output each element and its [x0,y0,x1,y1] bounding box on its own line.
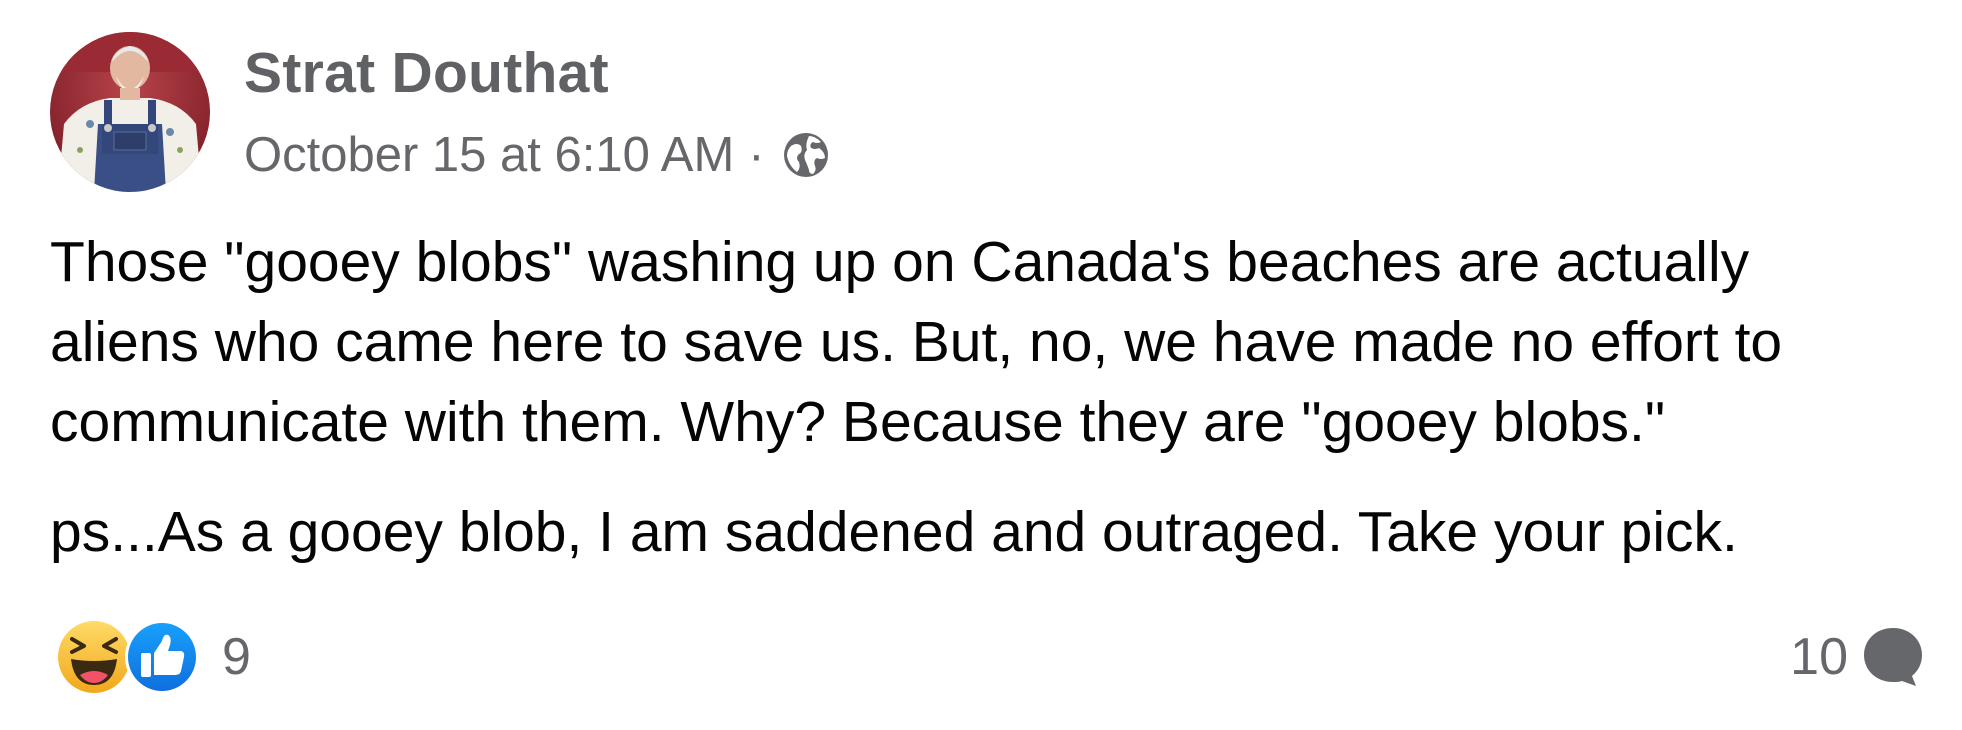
reactions-summary[interactable]: 9 [56,618,251,696]
post-card: Strat Douthat October 15 at 6:10 AM · Th… [0,0,1962,730]
comment-count: 10 [1790,628,1848,686]
globe-icon[interactable] [781,130,831,180]
like-icon [124,619,200,695]
post-body-line: Those "gooey blobs" washing up on Canada… [50,230,1750,294]
author-avatar[interactable] [50,32,210,192]
post-body-line: communicate with them. Why? Because they… [50,390,1666,454]
comment-bubble-icon [1860,624,1926,690]
post-body-line: aliens who came here to save us. But, no… [50,310,1783,374]
reaction-count: 9 [222,628,251,686]
meta-separator: · [748,128,765,182]
post-body: Those "gooey blobs" washing up on Canada… [50,222,1930,462]
post-timestamp[interactable]: October 15 at 6:10 AM [244,127,734,183]
post-meta: October 15 at 6:10 AM · [244,122,831,188]
profile-photo [50,32,210,192]
haha-icon [56,619,132,695]
post-ps-paragraph: ps...As a gooey blob, I am saddened and … [50,500,1738,564]
author-name[interactable]: Strat Douthat [244,40,609,106]
comments-summary[interactable]: 10 [1790,618,1926,696]
